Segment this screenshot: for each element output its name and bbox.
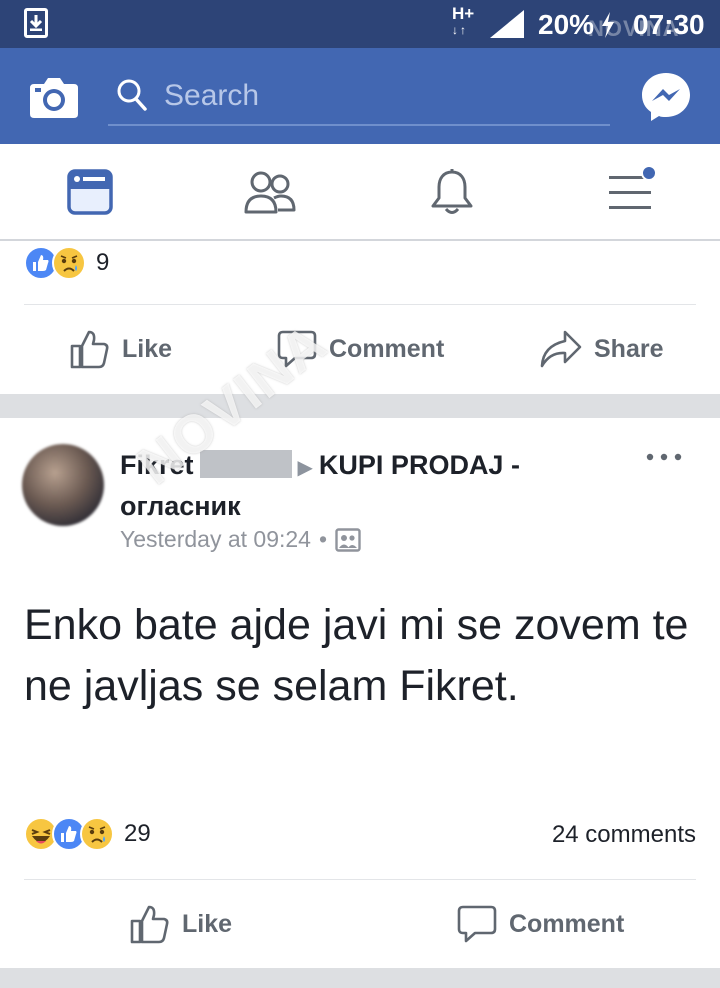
tab-bar [0,144,720,241]
group-photo-icon [335,527,361,552]
reaction-count: 9 [96,249,110,276]
like-button[interactable]: Like [130,904,232,944]
watermark-top: NOVINA [588,16,680,41]
menu-notification-badge [641,165,657,181]
search-icon [117,79,147,111]
thumbs-up-icon [130,905,169,944]
download-notification-icon [24,8,48,38]
comment-button[interactable]: Comment [457,904,624,944]
share-icon [540,330,582,368]
tab-friends[interactable] [210,144,330,240]
camera-button[interactable] [30,74,78,118]
post-timestamp[interactable]: Yesterday at 09:24 [120,526,311,553]
divider [24,879,696,880]
search-bar[interactable] [108,66,610,126]
search-input[interactable] [164,74,594,118]
meta-separator: • [318,526,328,552]
sad-reaction-icon [80,817,114,851]
reaction-summary[interactable]: 29 [24,817,151,851]
post-card: Fikret ▶ KUPI PRODAJ - огласник Yesterday … [0,418,720,970]
messenger-icon [642,73,690,121]
like-button[interactable]: Like [70,329,172,369]
tab-news-feed[interactable] [30,144,150,240]
author-name[interactable]: Fikret [120,450,194,480]
thumbs-up-icon [70,330,109,369]
feed-separator [0,968,720,988]
reaction-summary[interactable]: 9 [24,246,109,280]
author-avatar[interactable] [22,444,104,526]
battery-percent: 20% [538,9,595,40]
network-type: H+ ↓↑ [452,4,475,37]
reaction-count: 29 [124,820,151,847]
comment-icon [277,330,317,368]
tab-notifications[interactable] [392,144,512,240]
post-card-previous: 9 Like Comment Share [0,241,720,394]
share-button[interactable]: Share [540,329,663,369]
friends-icon [244,171,296,214]
sad-reaction-icon [52,246,86,280]
more-dots-icon [646,453,682,461]
post-text: Enko bate ajde javi mi se zovem te ne ja… [24,601,689,710]
bell-icon [431,169,473,214]
comments-count-link[interactable]: 24 comments [552,821,696,849]
signal-icon [490,10,524,38]
comment-button[interactable]: Comment [277,329,444,369]
post-meta: Yesterday at 09:24 • [120,526,361,553]
messenger-button[interactable] [640,71,692,123]
feed-separator [0,394,720,418]
news-feed-icon [67,169,113,215]
arrow-right-icon: ▶ [297,457,313,479]
status-bar: H+ ↓↑ 20% 07:30 NOVINA [0,0,720,48]
post-header-title: Fikret ▶ KUPI PRODAJ - огласник [120,446,600,525]
tab-menu[interactable] [570,144,690,240]
camera-icon [30,78,78,118]
more-options-button[interactable] [644,448,684,472]
divider [24,304,696,305]
redacted-name [199,450,292,478]
comment-icon [457,905,497,943]
